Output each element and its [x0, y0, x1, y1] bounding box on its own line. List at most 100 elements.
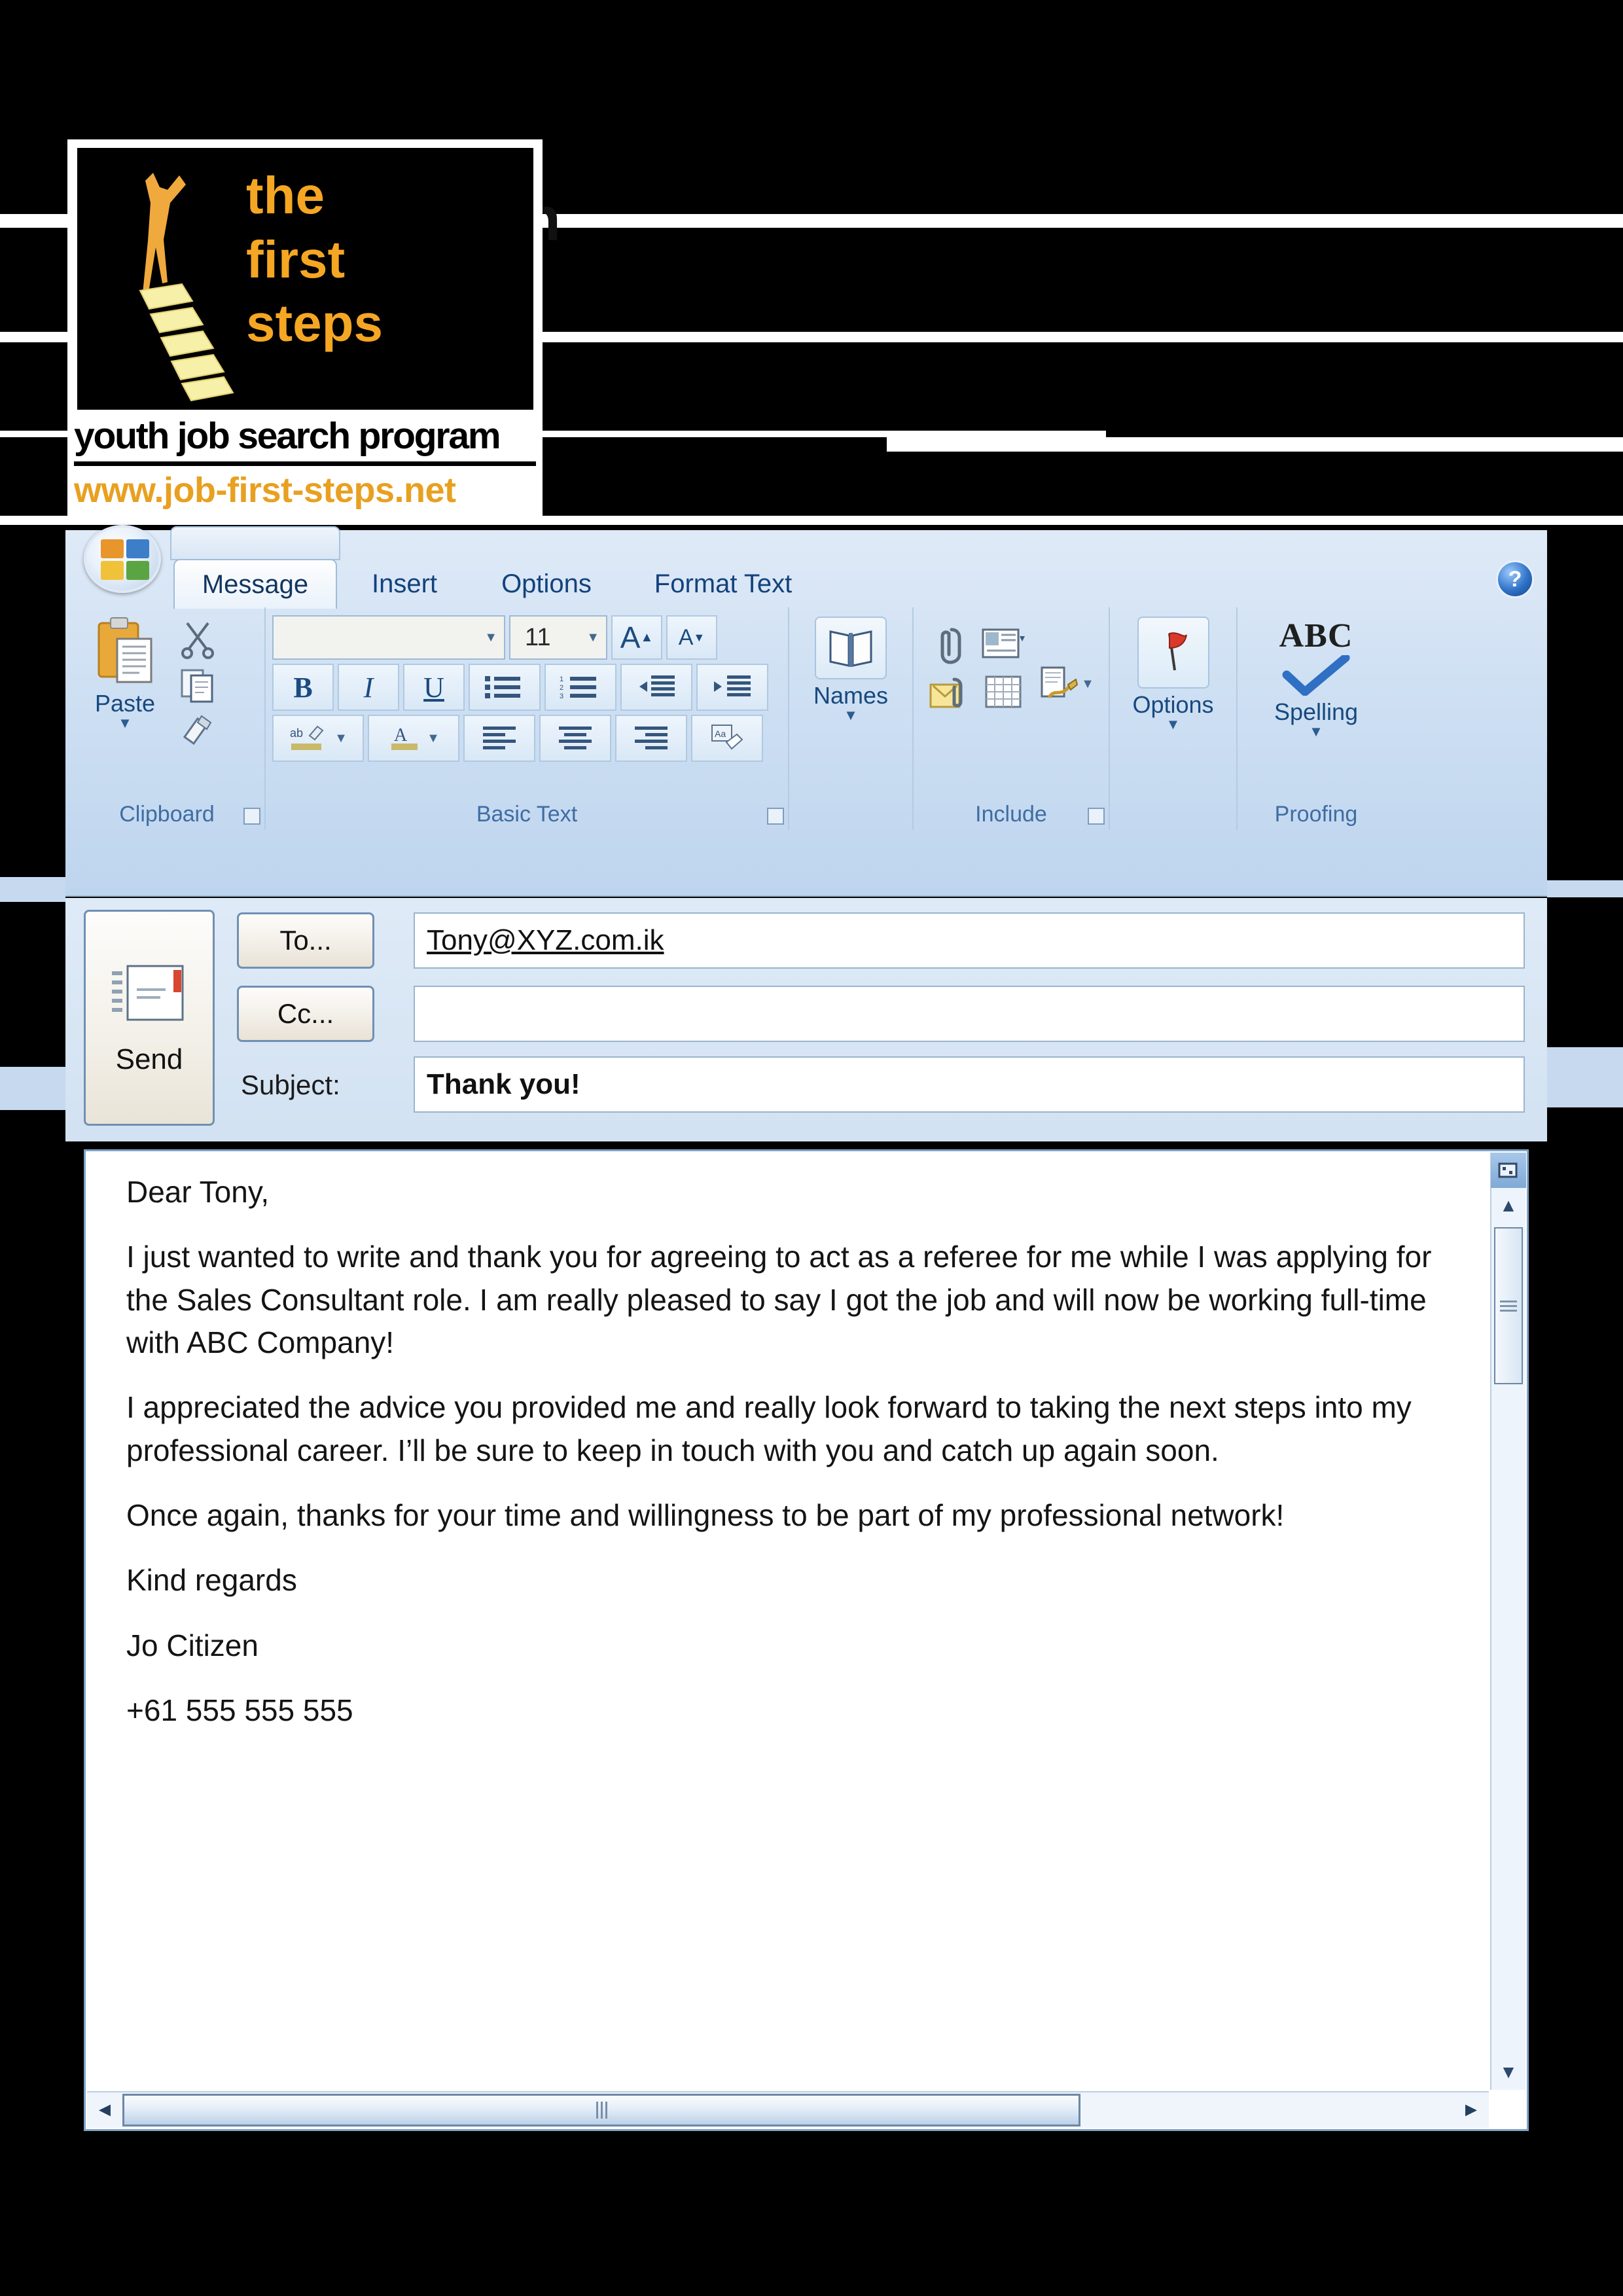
font-color-caret[interactable]: ▼ [427, 731, 440, 746]
signature-caret[interactable]: ▼ [1081, 677, 1094, 692]
include-dialog-launcher[interactable] [1088, 808, 1105, 825]
svg-text:A: A [394, 725, 408, 745]
message-body-text[interactable]: Dear Tony, I just wanted to write and th… [126, 1171, 1448, 1754]
follow-up-options-button[interactable]: Options ▼ [1124, 613, 1222, 732]
format-painter-button[interactable] [178, 711, 217, 749]
paste-dropdown-arrow[interactable]: ▼ [118, 716, 132, 730]
office-orb-button[interactable] [84, 525, 161, 593]
clipboard-dialog-launcher[interactable] [243, 808, 260, 825]
align-center-button[interactable] [539, 715, 611, 762]
bullets-button[interactable] [469, 664, 541, 711]
increase-indent-icon [714, 675, 751, 696]
address-book-icon [829, 630, 872, 667]
compose-header-fields: Send To... Cc... Subject: Tony@XYZ.com.i… [65, 898, 1547, 1141]
font-size-combo[interactable]: 11 ▼ [509, 615, 607, 660]
tab-insert-label: Insert [371, 569, 438, 598]
body-paragraph-3: Once again, thanks for your time and wil… [126, 1498, 1285, 1532]
increase-indent-button[interactable] [696, 664, 768, 711]
basic-text-dialog-launcher[interactable] [767, 808, 784, 825]
copy-button[interactable] [178, 666, 217, 704]
horizontal-scrollbar[interactable]: ◄ ► [87, 2091, 1489, 2128]
send-label: Send [115, 1043, 183, 1075]
body-paragraph-1: I just wanted to write and thank you for… [126, 1240, 1432, 1359]
italic-button[interactable]: I [338, 664, 399, 711]
attach-item-button[interactable] [928, 675, 969, 716]
logo-word-first: first [246, 230, 346, 289]
business-card-button[interactable] [980, 624, 1026, 662]
svg-text:ab: ab [290, 726, 303, 740]
redaction-left-margin [0, 548, 65, 2296]
font-name-combo[interactable]: ▼ [272, 615, 505, 660]
scroll-right-arrow[interactable]: ► [1454, 2092, 1489, 2128]
text-highlight-icon: ab [290, 725, 324, 750]
spelling-dropdown-arrow[interactable]: ▼ [1309, 725, 1323, 739]
font-name-caret[interactable]: ▼ [484, 630, 497, 645]
attach-file-button[interactable] [928, 624, 969, 666]
shrink-font-button[interactable]: A ▼ [666, 615, 717, 660]
decrease-indent-button[interactable] [620, 664, 692, 711]
grow-font-button[interactable]: A ▲ [611, 615, 662, 660]
tab-options[interactable]: Options [474, 559, 618, 609]
svg-text:3: 3 [560, 692, 563, 700]
align-left-button[interactable] [463, 715, 535, 762]
select-browse-object-icon[interactable] [1491, 1153, 1526, 1188]
ribbon-group-include: ▼ Include [914, 607, 1110, 830]
subject-input[interactable]: Thank you! [414, 1056, 1525, 1113]
send-button[interactable]: Send [84, 910, 215, 1126]
font-color-button[interactable]: A ▼ [368, 715, 459, 762]
signature-button[interactable]: ▼ [1038, 664, 1094, 704]
numbering-button[interactable]: 123 [544, 664, 616, 711]
group-label-clipboard: Clipboard [119, 802, 215, 827]
logo-wordmark: the first steps [246, 164, 383, 355]
vertical-scrollbar[interactable]: ▲ ▼ [1490, 1153, 1526, 2090]
highlight-caret[interactable]: ▼ [334, 731, 348, 746]
scroll-down-arrow[interactable]: ▼ [1491, 2054, 1526, 2090]
calendar-button[interactable] [980, 672, 1026, 711]
logo-word-steps: steps [246, 294, 383, 353]
highlight-button[interactable]: ab ▼ [272, 715, 364, 762]
cc-input[interactable] [414, 986, 1525, 1042]
cc-button[interactable]: Cc... [237, 986, 374, 1042]
horizontal-track[interactable] [122, 2092, 1454, 2128]
options-dropdown-arrow[interactable]: ▼ [1166, 717, 1181, 732]
format-painter-icon [183, 715, 212, 745]
tab-insert[interactable]: Insert [342, 559, 467, 609]
vertical-scroll-thumb[interactable] [1494, 1227, 1523, 1384]
underline-label: U [423, 671, 444, 704]
numbered-list-icon: 123 [560, 675, 596, 700]
clipboard-small-buttons [178, 613, 217, 749]
align-center-icon [559, 726, 592, 749]
clear-formatting-icon: Aa [711, 725, 743, 750]
spelling-button[interactable]: ABC Spelling ▼ [1251, 613, 1382, 739]
signature-icon [1041, 666, 1079, 698]
font-size-caret[interactable]: ▼ [586, 630, 599, 645]
names-dropdown-arrow[interactable]: ▼ [844, 708, 858, 723]
clear-formatting-button[interactable]: Aa [691, 715, 763, 762]
ribbon-group-names: Names ▼ Names [789, 607, 914, 830]
address-book-box [815, 617, 887, 679]
scroll-right-glyph: ► [1461, 2099, 1481, 2121]
address-book-button[interactable]: Names ▼ [802, 613, 900, 723]
quick-access-toolbar[interactable] [170, 526, 340, 560]
redaction-right-margin [1547, 548, 1623, 2296]
message-body-pane[interactable]: Dear Tony, I just wanted to write and th… [84, 1149, 1529, 2131]
subject-label: Subject: [241, 1069, 340, 1100]
copy-icon [181, 669, 213, 703]
to-button[interactable]: To... [237, 912, 374, 969]
underline-button[interactable]: U [403, 664, 465, 711]
cut-button[interactable] [178, 619, 217, 660]
scroll-left-arrow[interactable]: ◄ [87, 2092, 122, 2128]
horizontal-scroll-thumb[interactable] [122, 2094, 1081, 2126]
bullet-list-icon [485, 676, 520, 698]
align-right-button[interactable] [615, 715, 687, 762]
help-icon[interactable]: ? [1496, 560, 1534, 598]
body-paragraph-greeting: Dear Tony, [126, 1175, 270, 1209]
scroll-up-arrow[interactable]: ▲ [1491, 1188, 1526, 1223]
outlook-compose-window: Message Insert Options Format Text ? Pas… [65, 525, 1547, 2147]
tab-message[interactable]: Message [173, 559, 337, 609]
to-input[interactable]: Tony@XYZ.com.ik [414, 912, 1525, 969]
tab-format-text[interactable]: Format Text [625, 559, 821, 609]
include-col-1 [928, 618, 969, 716]
paste-button[interactable]: Paste ▼ [76, 613, 174, 730]
bold-button[interactable]: B [272, 664, 334, 711]
